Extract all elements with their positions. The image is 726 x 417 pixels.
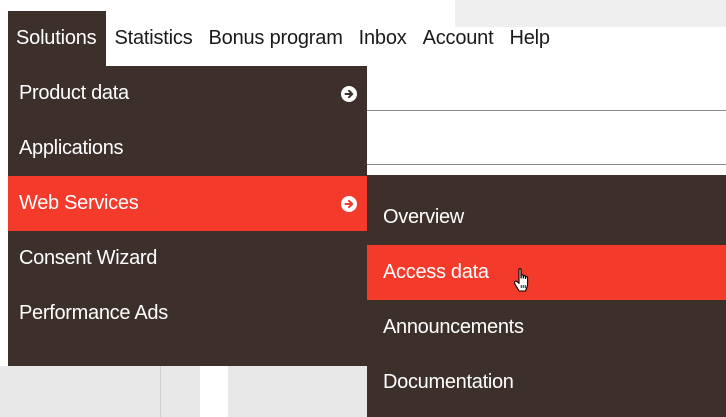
submenu-item-access-data[interactable]: Access data <box>367 245 726 300</box>
submenu-item-documentation[interactable]: Documentation <box>367 355 726 410</box>
menu-item-performance-ads[interactable]: Performance Ads <box>8 286 367 341</box>
nav-solutions[interactable]: Solutions <box>8 11 107 66</box>
menu-item-label: Consent Wizard <box>19 247 158 269</box>
nav-statistics[interactable]: Statistics <box>106 11 200 66</box>
main-navigation: Solutions Statistics Bonus program Inbox… <box>8 11 558 66</box>
menu-item-applications[interactable]: Applications <box>8 121 367 176</box>
menu-item-consent-wizard[interactable]: Consent Wizard <box>8 231 367 286</box>
page-divider <box>160 366 161 417</box>
submenu-item-label: Access data <box>383 261 489 283</box>
page-background-strip <box>0 366 200 417</box>
submenu-item-announcements[interactable]: Announcements <box>367 300 726 355</box>
nav-account[interactable]: Account <box>415 11 502 66</box>
arrow-right-circle-icon <box>341 195 357 212</box>
page-field-border <box>367 164 726 165</box>
page-background-strip <box>228 366 367 417</box>
submenu-item-label: Documentation <box>383 371 514 393</box>
nav-bonus-program[interactable]: Bonus program <box>201 11 351 66</box>
menu-item-label: Product data <box>19 82 129 104</box>
submenu-item-label: Overview <box>383 206 464 228</box>
menu-item-web-services[interactable]: Web Services <box>8 176 367 231</box>
top-bar: Solutions Statistics Bonus program Inbox… <box>0 0 726 66</box>
menu-item-label: Applications <box>19 137 124 159</box>
arrow-right-circle-icon <box>341 85 357 102</box>
menu-item-label: Web Services <box>19 192 139 214</box>
web-services-submenu: Overview Access data Announcements Docum… <box>367 175 726 417</box>
page-field-border <box>367 110 726 111</box>
submenu-item-overview[interactable]: Overview <box>367 190 726 245</box>
hand-pointer-icon <box>513 267 533 298</box>
submenu-item-label: Announcements <box>383 316 524 338</box>
solutions-dropdown-menu: Product data Applications Web Services C… <box>8 66 367 366</box>
menu-item-product-data[interactable]: Product data <box>8 66 367 121</box>
menu-item-label: Performance Ads <box>19 302 168 324</box>
nav-inbox[interactable]: Inbox <box>351 11 415 66</box>
nav-help[interactable]: Help <box>501 11 557 66</box>
